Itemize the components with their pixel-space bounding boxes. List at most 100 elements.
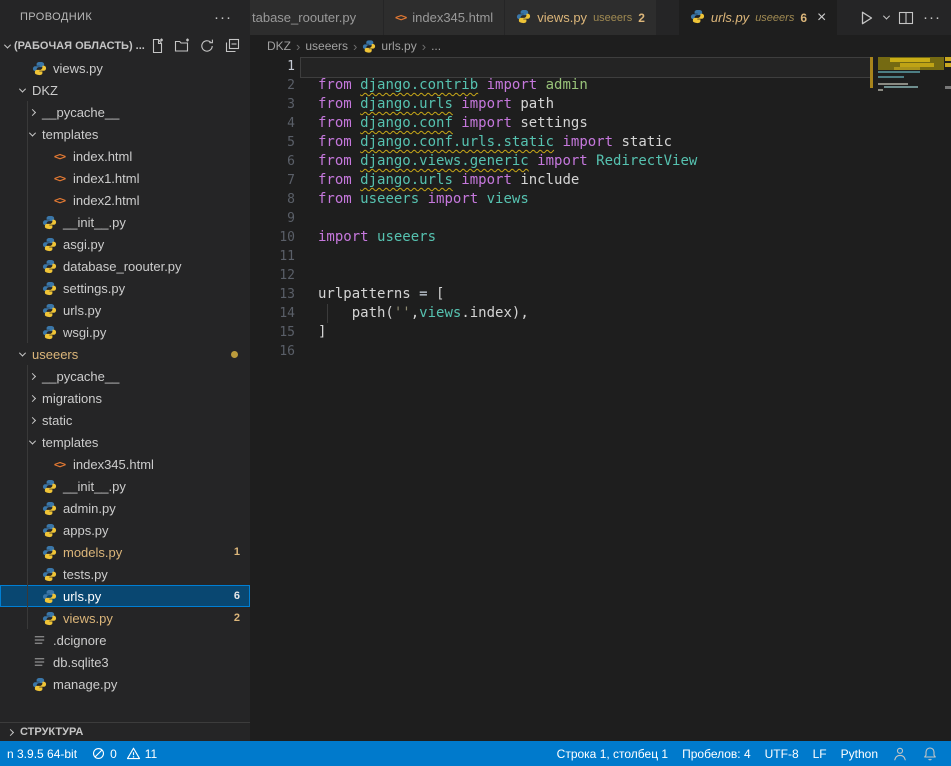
code-line-16[interactable]: 16 (250, 342, 951, 361)
tree-item-DKZ[interactable]: DKZ (0, 79, 250, 101)
tree-item-label: index2.html (73, 193, 139, 208)
breadcrumb-item[interactable]: urls.py (381, 39, 416, 53)
python-file-icon (42, 215, 57, 230)
feedback-icon[interactable] (885, 746, 915, 762)
line-content: from django.urls import include (318, 171, 579, 190)
tree-item-__pycache__[interactable]: __pycache__ (0, 101, 250, 123)
new-folder-icon[interactable] (174, 38, 190, 54)
code-line-7[interactable]: 7from django.urls import include (250, 171, 951, 190)
problems-status[interactable]: 0 11 (84, 746, 164, 761)
tree-item-migrations[interactable]: migrations (0, 387, 250, 409)
language-mode-status[interactable]: Python (834, 747, 885, 761)
code-line-5[interactable]: 5from django.conf.urls.static import sta… (250, 133, 951, 152)
tree-item-label: settings.py (63, 281, 125, 296)
line-number: 13 (250, 285, 295, 304)
tree-item-index2.html[interactable]: <>index2.html (0, 189, 250, 211)
tree-item-index1.html[interactable]: <>index1.html (0, 167, 250, 189)
tab-index345.html[interactable]: <>index345.html (384, 0, 505, 35)
code-line-11[interactable]: 11 (250, 247, 951, 266)
breadcrumb-item[interactable]: DKZ (267, 39, 291, 53)
overview-ruler-mark (945, 86, 951, 89)
tree-item-useeers[interactable]: useeers (0, 343, 250, 365)
tree-item-templates[interactable]: templates (0, 123, 250, 145)
tree-item-views.py[interactable]: views.py2 (0, 607, 250, 629)
tab-views.py[interactable]: views.pyuseeers2 (505, 0, 657, 35)
outline-section-header[interactable]: СТРУКТУРА (0, 722, 250, 741)
tree-item-db.sqlite3[interactable]: db.sqlite3 (0, 651, 250, 673)
tree-item-index345.html[interactable]: <>index345.html (0, 453, 250, 475)
encoding-status[interactable]: UTF-8 (758, 747, 806, 761)
tree-item-urls.py[interactable]: urls.py6 (0, 585, 250, 607)
tree-item-label: __init__.py (63, 479, 126, 494)
tree-item-apps.py[interactable]: apps.py (0, 519, 250, 541)
breadcrumb-item[interactable]: useeers (305, 39, 348, 53)
code-line-8[interactable]: 8 from useeers import views (250, 190, 951, 209)
breadcrumb[interactable]: DKZ›useeers›urls.py›... (250, 35, 951, 57)
tree-item-asgi.py[interactable]: asgi.py (0, 233, 250, 255)
collapse-all-icon[interactable] (224, 38, 240, 54)
tree-item-templates[interactable]: templates (0, 431, 250, 453)
chevron-right-icon (7, 728, 14, 735)
tree-item-label: index1.html (73, 171, 139, 186)
code-line-12[interactable]: 12 (250, 266, 951, 285)
new-file-icon[interactable] (149, 38, 165, 54)
line-number: 14 (250, 304, 295, 323)
tree-item-__init__.py[interactable]: __init__.py (0, 211, 250, 233)
tab-description: useeers (593, 12, 632, 24)
indentation-status[interactable]: Пробелов: 4 (675, 747, 758, 761)
status-bar: n 3.9.5 64-bit 0 11 Строка 1, столбец 1П… (0, 741, 951, 766)
code-line-4[interactable]: 4from django.conf import settings (250, 114, 951, 133)
tree-item-.dcignore[interactable]: .dcignore (0, 629, 250, 651)
code-line-10[interactable]: 10import useeers (250, 228, 951, 247)
line-number: 15 (250, 323, 295, 342)
tree-item-manage.py[interactable]: manage.py (0, 673, 250, 695)
minimap[interactable] (870, 0, 951, 300)
tree-item-urls.py[interactable]: urls.py (0, 299, 250, 321)
line-content: from django.conf.urls.static import stat… (318, 133, 672, 152)
code-line-1[interactable]: 1 (250, 57, 951, 76)
tree-item-label: apps.py (63, 523, 109, 538)
tree-item-wsgi.py[interactable]: wsgi.py (0, 321, 250, 343)
workspace-section-header[interactable]: (РАБОЧАЯ ОБЛАСТЬ) ... (0, 35, 250, 57)
tree-item-views.py[interactable]: views.py (0, 57, 250, 79)
breadcrumb-item[interactable]: ... (431, 39, 441, 53)
refresh-icon[interactable] (199, 38, 215, 54)
python-interpreter-status[interactable]: n 3.9.5 64-bit (0, 747, 84, 761)
more-actions-icon[interactable]: ··· (214, 0, 232, 35)
tab-problems-badge: 6 (800, 11, 807, 25)
chevron-down-icon (29, 437, 36, 444)
code-line-13[interactable]: 13 urlpatterns = [ (250, 285, 951, 304)
python-file-icon (362, 39, 376, 53)
warning-icon (126, 746, 141, 761)
close-icon[interactable]: × (817, 10, 826, 26)
code-line-6[interactable]: 6from django.views.generic import Redire… (250, 152, 951, 171)
code-line-9[interactable]: 9 (250, 209, 951, 228)
code-line-14[interactable]: 14 path('',views.index), (250, 304, 951, 323)
python-file-icon (42, 237, 57, 252)
line-content: from useeers import views (318, 190, 529, 209)
tab-urls.py[interactable]: urls.pyuseeers6× (679, 0, 838, 35)
line-number: 8 (250, 190, 295, 209)
tab-tabase_roouter.py[interactable]: tabase_roouter.py (250, 0, 384, 35)
python-file-icon (42, 303, 57, 318)
tree-item-__init__.py[interactable]: __init__.py (0, 475, 250, 497)
tree-item-models.py[interactable]: models.py1 (0, 541, 250, 563)
tree-item-label: wsgi.py (63, 325, 106, 340)
tree-item-label: useeers (32, 347, 78, 362)
tree-item-admin.py[interactable]: admin.py (0, 497, 250, 519)
python-file-icon (42, 589, 57, 604)
tree-item-__pycache__[interactable]: __pycache__ (0, 365, 250, 387)
tree-item-tests.py[interactable]: tests.py (0, 563, 250, 585)
tree-item-index.html[interactable]: <>index.html (0, 145, 250, 167)
notifications-bell-icon[interactable] (915, 746, 945, 762)
code-line-15[interactable]: 15] (250, 323, 951, 342)
cursor-position-status[interactable]: Строка 1, столбец 1 (550, 747, 675, 761)
code-line-3[interactable]: 3from django.urls import path (250, 95, 951, 114)
tree-item-static[interactable]: static (0, 409, 250, 431)
tree-item-database_roouter.py[interactable]: database_roouter.py (0, 255, 250, 277)
eol-status[interactable]: LF (806, 747, 834, 761)
line-content: urlpatterns = [ (318, 285, 444, 304)
code-editor[interactable]: 12from django.contrib import admin3from … (250, 57, 951, 361)
code-line-2[interactable]: 2from django.contrib import admin (250, 76, 951, 95)
tree-item-settings.py[interactable]: settings.py (0, 277, 250, 299)
